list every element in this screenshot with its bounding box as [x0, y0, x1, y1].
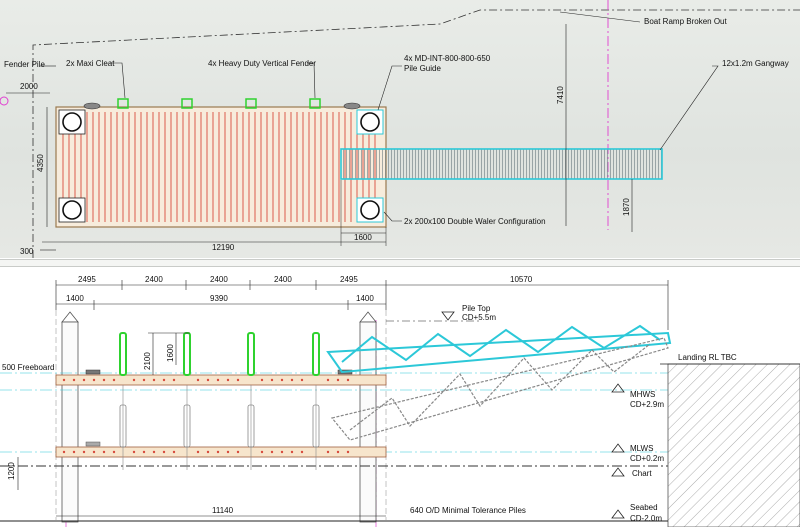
dim-2495-left: 2495	[78, 275, 96, 284]
dim-1600: 1600	[354, 233, 372, 242]
drawing-canvas: Boat Ramp Broken Out Fender Pile 2x Maxi…	[0, 0, 800, 527]
seabed-marker-icon	[611, 509, 625, 519]
maxi-cleat-2	[343, 102, 361, 110]
dim-2400-a: 2400	[145, 275, 163, 284]
label-seabed-2: CD-2.0m	[630, 514, 662, 523]
dim-10570: 10570	[510, 275, 533, 284]
maxi-cleat-1	[83, 102, 101, 110]
pontoon-low-water	[55, 446, 387, 458]
mhws-marker-icon	[611, 383, 625, 393]
dim-1870: 1870	[622, 198, 631, 216]
drawing-svg: Boat Ramp Broken Out Fender Pile 2x Maxi…	[0, 0, 800, 527]
label-gangway: 12x1.2m Gangway	[722, 59, 789, 68]
pontoon-deck-slats	[62, 112, 380, 222]
dim-2100: 2100	[143, 352, 152, 370]
label-mlws-2: CD+0.2m	[630, 454, 664, 463]
pile-guide-br	[356, 197, 384, 223]
label-seabed-1: Seabed	[630, 503, 658, 512]
label-fender-pile: Fender Pile	[4, 60, 45, 69]
leader-vertical-fender	[307, 62, 316, 99]
dim-2000: 2000	[20, 82, 38, 91]
cleat-low-left	[85, 441, 101, 447]
fender-elev-4	[312, 332, 320, 376]
dim-4350: 4350	[36, 154, 45, 172]
dim-1200: 1200	[7, 462, 16, 480]
pontoon-high-water	[55, 374, 387, 386]
dim-9390: 9390	[210, 294, 228, 303]
label-piles-note: 640 O/D Minimal Tolerance Piles	[410, 506, 526, 515]
dim-2495-right: 2495	[340, 275, 358, 284]
chart-marker-icon	[611, 467, 625, 477]
label-boat-ramp: Boat Ramp Broken Out	[644, 17, 727, 26]
label-pile-top-1: Pile Top	[462, 304, 491, 313]
label-mlws-1: MLWS	[630, 444, 653, 453]
label-mhws-1: MHWS	[630, 390, 655, 399]
dim-2400-b: 2400	[210, 275, 228, 284]
leader-gangway	[659, 65, 719, 151]
label-maxi-cleat: 2x Maxi Cleat	[66, 59, 115, 68]
leader-maxi-cleat	[110, 62, 126, 99]
pile-top-marker-icon	[441, 311, 455, 321]
fender-pile-marker	[0, 96, 9, 106]
dim-12190: 12190	[212, 243, 235, 252]
cleat-high-left	[85, 369, 101, 375]
dim-11140: 11140	[212, 506, 234, 515]
dim-1400-left: 1400	[66, 294, 84, 303]
dim-2400-c: 2400	[274, 275, 292, 284]
dim-1400-right: 1400	[356, 294, 374, 303]
label-pile-guide-2: Pile Guide	[404, 64, 441, 73]
label-mhws-2: CD+2.9m	[630, 400, 664, 409]
landing-embankment	[667, 363, 800, 527]
dim-300: 300	[20, 247, 34, 256]
fender-elev-1	[119, 332, 127, 376]
main-pile-right	[359, 311, 377, 523]
label-pile-top-2: CD+5.5m	[462, 313, 496, 322]
dim-7410: 7410	[556, 86, 565, 104]
label-chart: Chart	[632, 469, 652, 478]
label-landing: Landing RL TBC	[678, 353, 737, 362]
label-waler: 2x 200x100 Double Waler Configuration	[404, 217, 546, 226]
mlws-marker-icon	[611, 443, 625, 453]
dim-1600-elev: 1600	[166, 344, 175, 362]
leader-boat-ramp	[559, 11, 641, 23]
label-pile-guide-1: 4x MD-INT-800-800-650	[404, 54, 491, 63]
fender-elev-2	[183, 332, 191, 376]
fender-low-ghosts	[119, 404, 320, 448]
gangway-plan	[340, 148, 663, 180]
elevation-gridlines	[55, 310, 387, 520]
main-pile-left	[61, 311, 79, 523]
fender-elev-3	[247, 332, 255, 376]
elevation-view: 2495 2400 2400 2400 2495 10570 1400 9390…	[0, 275, 800, 527]
leader-pile-guide	[377, 65, 402, 111]
pile-guide-tl	[58, 109, 86, 135]
pile-guide-bl	[58, 197, 86, 223]
label-vertical-fender: 4x Heavy Duty Vertical Fender	[208, 59, 316, 68]
leader-waler	[383, 211, 402, 222]
pile-guide-tr	[356, 109, 384, 135]
label-freeboard: 500 Freeboard	[2, 363, 54, 372]
gangway-lowered	[330, 337, 669, 441]
plan-view: Boat Ramp Broken Out Fender Pile 2x Maxi…	[0, 0, 800, 258]
